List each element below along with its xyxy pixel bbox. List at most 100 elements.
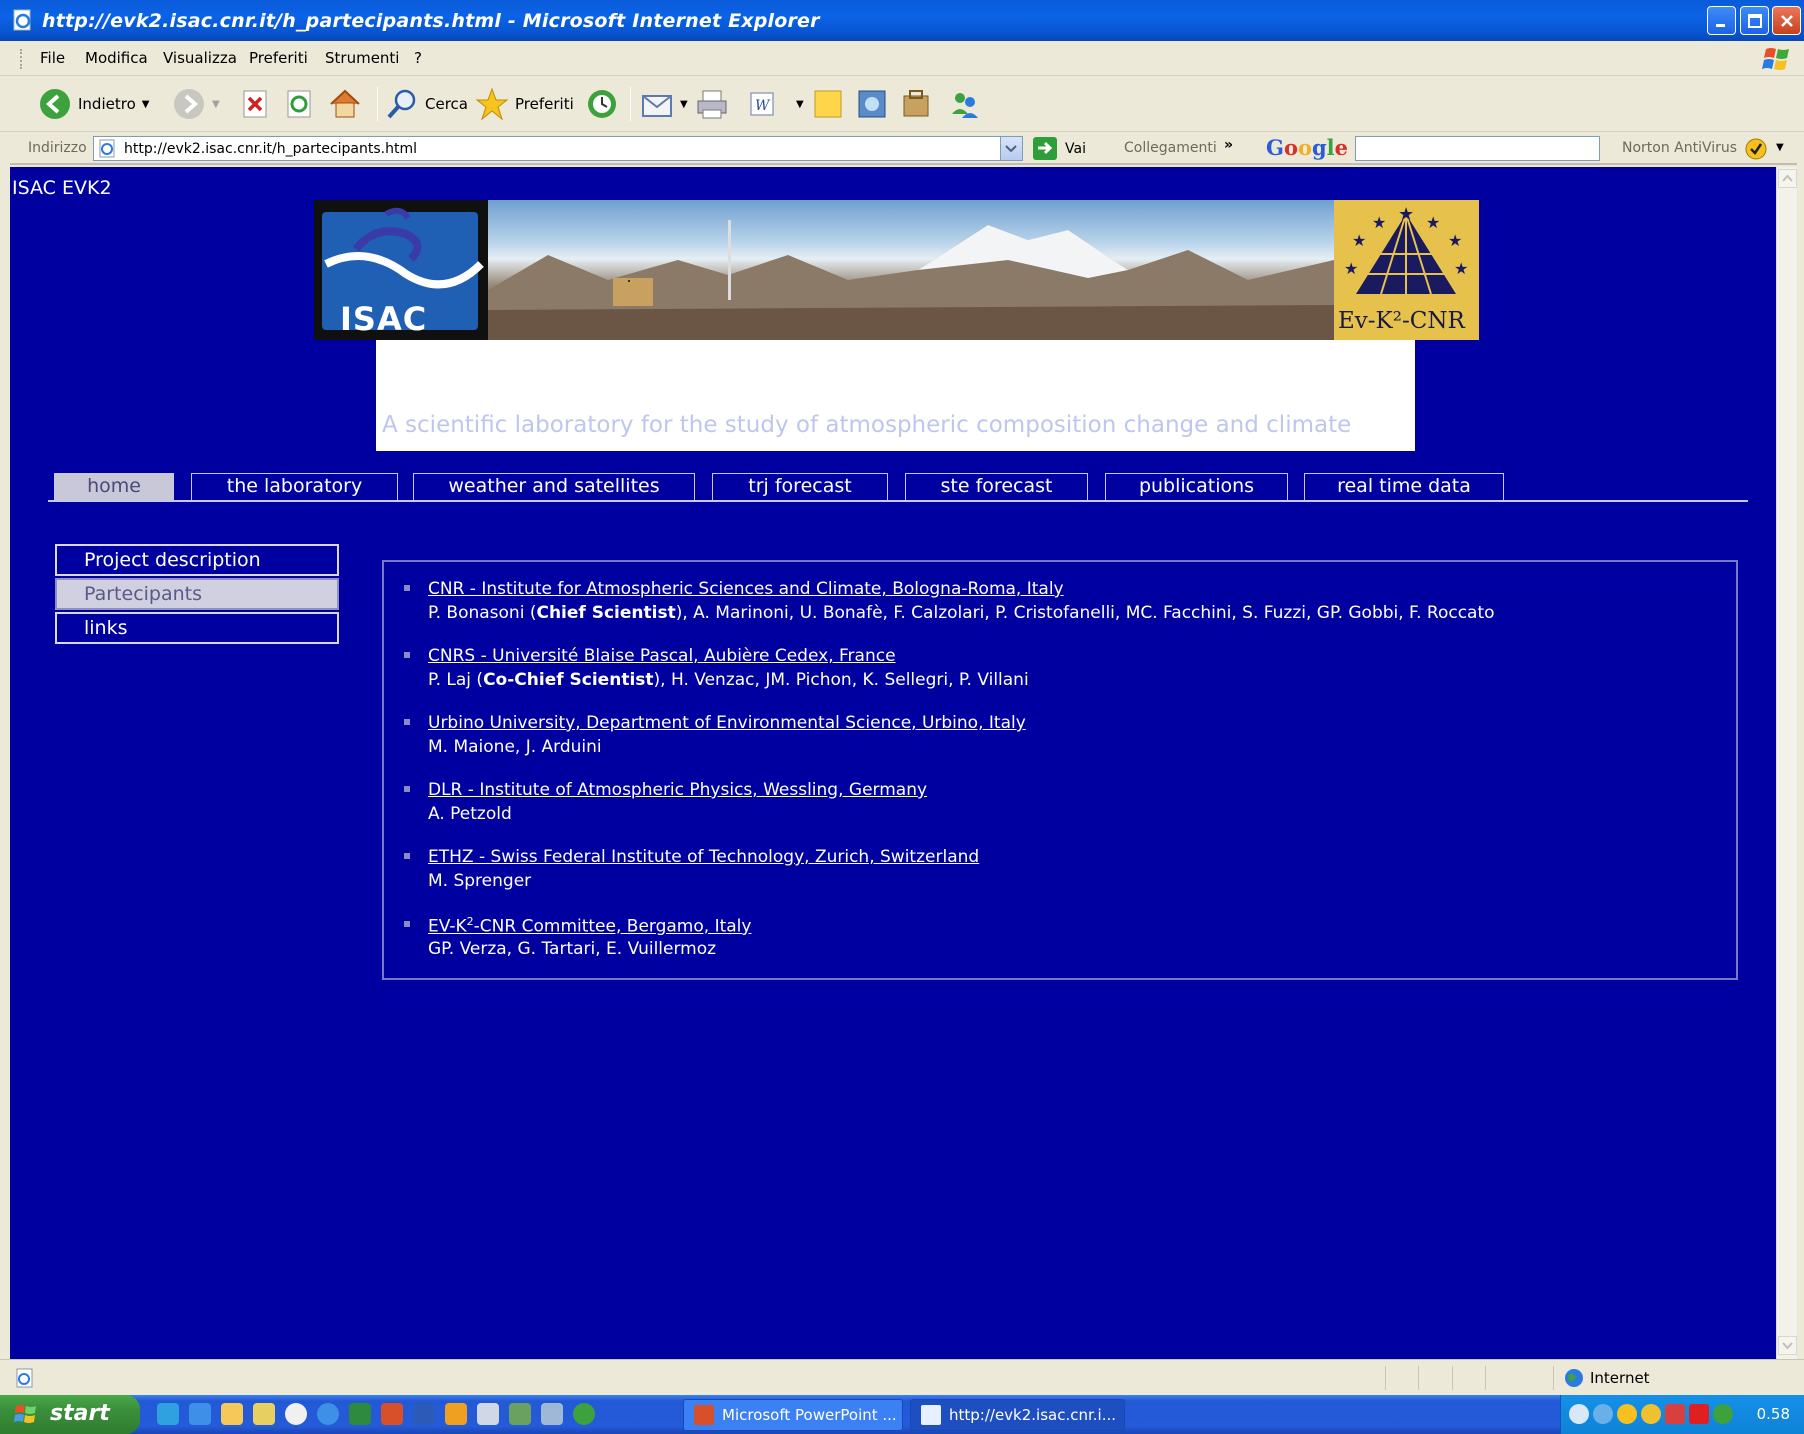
discuss-button[interactable] xyxy=(812,85,844,123)
tray-network-icon[interactable] xyxy=(1593,1404,1613,1424)
quicklaunch-excel-icon[interactable] xyxy=(349,1403,371,1425)
messenger-button[interactable] xyxy=(948,85,980,123)
org-link[interactable]: EV-K2-CNR Committee, Bergamo, Italy xyxy=(428,915,751,937)
address-label: Indirizzo xyxy=(28,140,87,156)
google-toolbar-button[interactable]: Google ▼ xyxy=(1266,135,1363,160)
tray-icon[interactable] xyxy=(1665,1404,1685,1424)
evk2-cnr-logo: ★ ★ ★ ★ ★ ★ ★ Ev-K²-CNR xyxy=(1334,200,1479,340)
back-button[interactable]: Indietro ▼ xyxy=(38,85,149,123)
page-icon xyxy=(99,139,115,158)
quicklaunch-powerpoint-icon[interactable] xyxy=(381,1403,403,1425)
org-link-suffix: -CNR Committee, Bergamo, Italy xyxy=(473,916,752,937)
quicklaunch-folder-icon[interactable] xyxy=(221,1403,243,1425)
back-dropdown-icon[interactable]: ▼ xyxy=(142,99,150,110)
tray-icon[interactable] xyxy=(1713,1404,1733,1424)
search-button[interactable]: Cerca xyxy=(385,85,468,123)
quicklaunch-icon[interactable] xyxy=(509,1403,531,1425)
org-link[interactable]: DLR - Institute of Atmospheric Physics, … xyxy=(428,780,927,800)
page-viewport: ISAC EVK2 ISAC ★ ★ ★ ★ ★ ★ ★ Ev-K²-CNR A… xyxy=(10,167,1776,1359)
task-button-powerpoint[interactable]: Microsoft PowerPoint ... xyxy=(683,1399,903,1431)
quicklaunch-icon[interactable] xyxy=(253,1403,275,1425)
side-item-links[interactable]: links xyxy=(55,612,339,644)
taskbar: start Microsoft PowerPoint ... http://ev… xyxy=(0,1395,1804,1434)
tab-trj-forecast[interactable]: trj forecast xyxy=(712,473,888,500)
quicklaunch-icon[interactable] xyxy=(157,1403,179,1425)
address-dropdown-button[interactable] xyxy=(1000,137,1022,160)
org-link[interactable]: Urbino University, Department of Environ… xyxy=(428,713,1026,733)
quicklaunch-outlook-icon[interactable] xyxy=(445,1403,467,1425)
address-input[interactable]: http://evk2.isac.cnr.it/h_partecipants.h… xyxy=(93,136,1023,161)
start-button[interactable]: start xyxy=(0,1395,140,1434)
tab-publications[interactable]: publications xyxy=(1105,473,1288,500)
scroll-down-button[interactable] xyxy=(1778,1336,1797,1355)
tray-ati-icon[interactable] xyxy=(1689,1404,1709,1424)
menu-modifica[interactable]: Modifica xyxy=(85,49,148,67)
tagline-box: A scientific laboratory for the study of… xyxy=(376,340,1415,451)
menu-preferiti[interactable]: Preferiti xyxy=(249,49,308,67)
quicklaunch-messenger-icon[interactable] xyxy=(573,1403,595,1425)
print-button[interactable] xyxy=(695,85,729,123)
research-icon xyxy=(858,90,886,118)
norton-icon[interactable] xyxy=(1745,138,1769,160)
minimize-icon xyxy=(1716,24,1725,27)
forward-arrow-icon xyxy=(174,89,204,119)
edit-dropdown-icon[interactable]: ▼ xyxy=(796,99,804,110)
tab-real-time-data[interactable]: real time data xyxy=(1304,473,1504,500)
org-people: P. Laj (Co-Chief Scientist), H. Venzac, … xyxy=(428,670,1029,690)
norton-label[interactable]: Norton AntiVirus xyxy=(1622,140,1737,156)
org-link[interactable]: ETHZ - Swiss Federal Institute of Techno… xyxy=(428,847,979,867)
mail-button[interactable]: ▼ xyxy=(640,85,688,123)
history-button[interactable] xyxy=(585,85,619,123)
links-label[interactable]: Collegamenti xyxy=(1124,140,1217,156)
tray-expand-icon[interactable] xyxy=(1569,1404,1589,1424)
quicklaunch-ie-icon[interactable] xyxy=(317,1403,339,1425)
scroll-up-button[interactable] xyxy=(1778,169,1797,188)
tab-ste-forecast[interactable]: ste forecast xyxy=(905,473,1088,500)
org-people: GP. Verza, G. Tartari, E. Vuillermoz xyxy=(428,939,717,959)
org-link[interactable]: CNR - Institute for Atmospheric Sciences… xyxy=(428,579,1064,599)
side-item-partecipants[interactable]: Partecipants xyxy=(55,578,339,610)
norton-dropdown-icon[interactable]: ▼ xyxy=(1776,142,1784,153)
menu-visualizza[interactable]: Visualizza xyxy=(163,49,237,67)
google-search-input[interactable] xyxy=(1355,136,1600,161)
quicklaunch-word-icon[interactable] xyxy=(413,1403,435,1425)
tab-the-laboratory[interactable]: the laboratory xyxy=(191,473,398,500)
quicklaunch-ie-icon[interactable] xyxy=(189,1403,211,1425)
tab-weather-and-satellites[interactable]: weather and satellites xyxy=(413,473,695,500)
forward-dropdown-icon[interactable]: ▼ xyxy=(212,99,220,110)
tab-home[interactable]: home xyxy=(54,473,174,500)
mail-dropdown-icon[interactable]: ▼ xyxy=(680,99,688,110)
org-link[interactable]: CNRS - Université Blaise Pascal, Aubière… xyxy=(428,646,896,666)
links-chevron-icon[interactable]: » xyxy=(1224,137,1233,153)
toolbar-separator xyxy=(377,87,378,121)
maximize-button[interactable] xyxy=(1740,6,1769,35)
clock[interactable]: 0.58 xyxy=(1757,1405,1790,1423)
chevron-down-icon xyxy=(1782,1342,1793,1350)
quicklaunch-icon[interactable] xyxy=(477,1403,499,1425)
favorites-button[interactable]: Preferiti xyxy=(475,85,574,123)
stop-button[interactable] xyxy=(242,85,270,123)
messenger-tool-button[interactable] xyxy=(900,85,932,123)
quicklaunch-media-icon[interactable] xyxy=(285,1403,307,1425)
quicklaunch-icon[interactable] xyxy=(541,1403,563,1425)
menu-file[interactable]: File xyxy=(40,49,65,67)
back-arrow-icon xyxy=(40,89,70,119)
side-item-project-description[interactable]: Project description xyxy=(55,544,339,576)
close-button[interactable] xyxy=(1772,6,1801,35)
vertical-scrollbar[interactable] xyxy=(1776,167,1797,1359)
home-button[interactable] xyxy=(328,85,362,123)
go-button[interactable]: Vai xyxy=(1033,137,1086,160)
tray-norton-icon[interactable] xyxy=(1617,1404,1637,1424)
menu-help[interactable]: ? xyxy=(414,49,422,67)
edit-button[interactable]: W ▼ xyxy=(748,85,804,123)
refresh-button[interactable] xyxy=(286,85,314,123)
task-button-ie[interactable]: http://evk2.isac.cnr.i... xyxy=(910,1399,1125,1431)
forward-button[interactable]: ▼ xyxy=(172,85,220,123)
standard-toolbar: Indietro ▼ ▼ Cerca Preferiti ▼ W ▼ xyxy=(0,77,1804,132)
status-cell xyxy=(1418,1366,1419,1390)
tray-icon[interactable] xyxy=(1641,1404,1661,1424)
minimize-button[interactable] xyxy=(1707,6,1736,35)
menu-strumenti[interactable]: Strumenti xyxy=(325,49,399,67)
research-button[interactable] xyxy=(856,85,888,123)
history-icon xyxy=(588,90,616,118)
